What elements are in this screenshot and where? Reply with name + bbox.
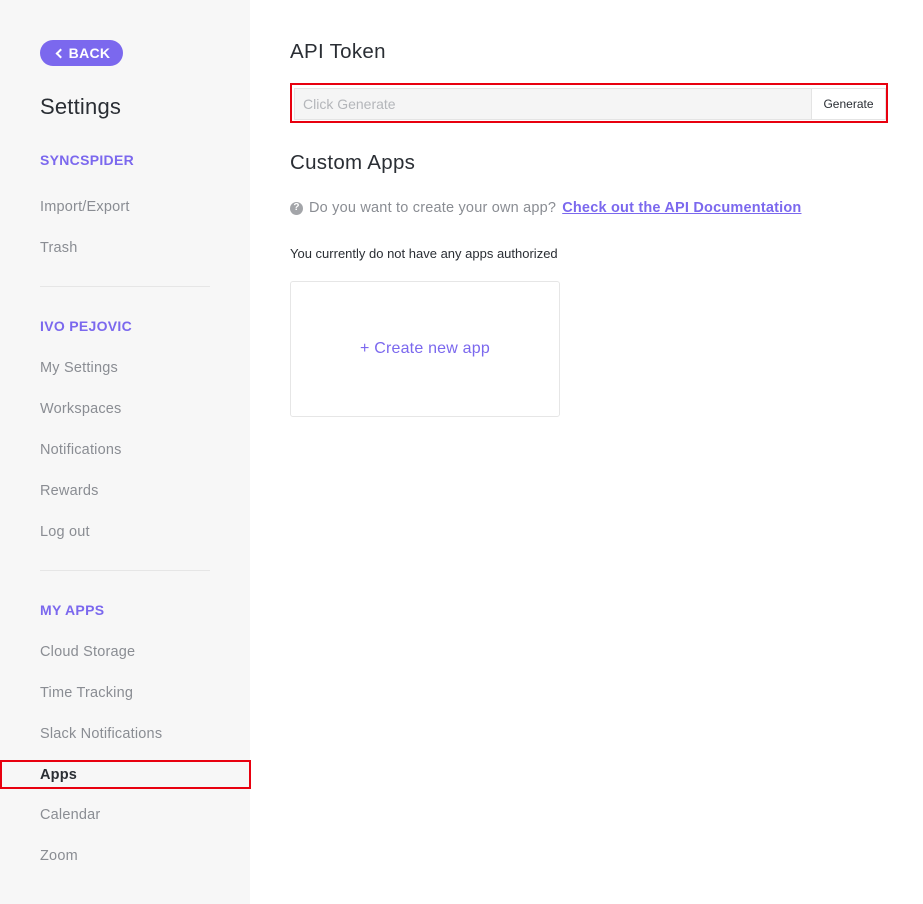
help-line: ? Do you want to create your own app? Ch… — [290, 200, 802, 216]
sidebar-item-slack-notifications[interactable]: Slack Notifications — [40, 726, 162, 742]
chevron-left-icon — [55, 48, 66, 59]
api-token-field-group: Generate — [290, 83, 888, 123]
section-heading-user: IVO PEJOVIC — [40, 318, 132, 334]
api-documentation-link[interactable]: Check out the API Documentation — [562, 200, 801, 216]
sidebar-item-workspaces[interactable]: Workspaces — [40, 401, 122, 417]
sidebar-item-calendar[interactable]: Calendar — [40, 807, 100, 823]
question-circle-icon: ? — [290, 201, 303, 215]
custom-apps-heading: Custom Apps — [290, 151, 416, 174]
sidebar-item-time-tracking[interactable]: Time Tracking — [40, 685, 133, 701]
create-new-app-button[interactable]: + Create new app — [290, 281, 560, 417]
no-apps-message: You currently do not have any apps autho… — [290, 246, 558, 261]
sidebar-item-zoom[interactable]: Zoom — [40, 848, 78, 864]
back-label: BACK — [68, 45, 111, 61]
sidebar-item-my-settings[interactable]: My Settings — [40, 360, 118, 376]
sidebar-divider — [40, 286, 210, 287]
active-item-highlight — [0, 760, 251, 789]
sidebar-item-trash[interactable]: Trash — [40, 240, 78, 256]
generate-button[interactable]: Generate — [811, 88, 886, 120]
sidebar-item-cloud-storage[interactable]: Cloud Storage — [40, 644, 135, 660]
api-token-heading: API Token — [290, 40, 386, 63]
sidebar-item-import-export[interactable]: Import/Export — [40, 199, 130, 215]
create-new-app-label: + Create new app — [360, 340, 490, 357]
help-text: Do you want to create your own app? — [309, 200, 557, 216]
sidebar-item-log-out[interactable]: Log out — [40, 524, 90, 540]
sidebar-item-notifications[interactable]: Notifications — [40, 442, 122, 458]
api-token-input[interactable] — [294, 88, 812, 120]
sidebar-divider — [40, 570, 210, 571]
sidebar-item-rewards[interactable]: Rewards — [40, 483, 99, 499]
sidebar-title: Settings — [40, 94, 122, 119]
section-heading-syncspider: SYNCSPIDER — [40, 152, 135, 168]
back-button[interactable]: BACK — [40, 40, 123, 66]
section-heading-my-apps: MY APPS — [40, 602, 105, 618]
